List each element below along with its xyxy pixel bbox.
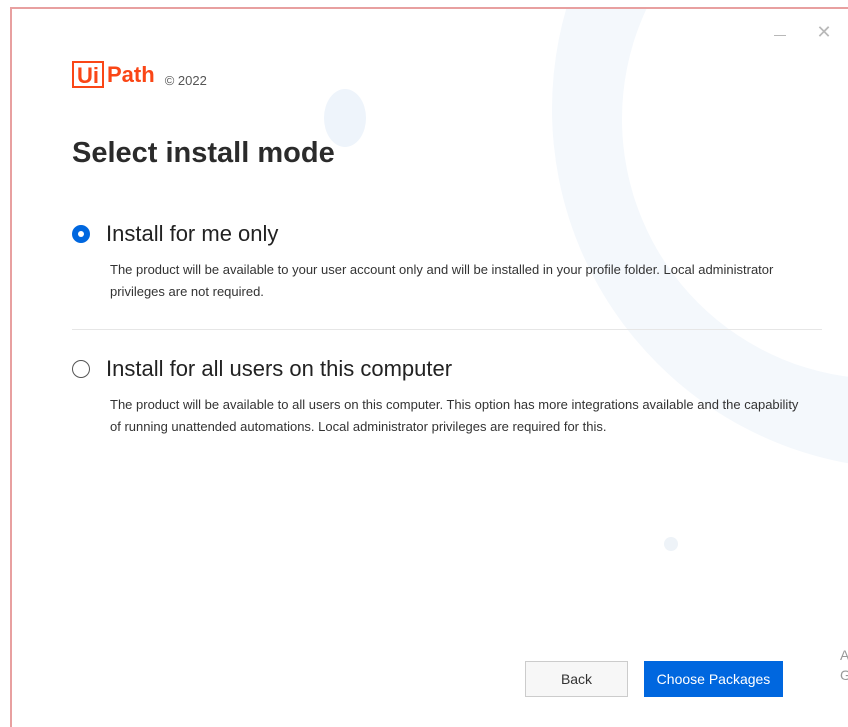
radio-checked-icon[interactable] (72, 225, 90, 243)
logo-text: Path (107, 62, 155, 87)
edge-glyph-b: G (840, 667, 848, 683)
copyright-text: © 2022 (164, 73, 207, 88)
choose-packages-button[interactable]: Choose Packages (644, 661, 783, 697)
offscreen-edge-text: A G (840, 645, 848, 685)
logo-box-text: Ui (72, 61, 104, 88)
option-row[interactable]: Install for all users on this computer (72, 356, 822, 382)
option-description: The product will be available to your us… (110, 262, 774, 299)
option-install-for-me[interactable]: Install for me only The product will be … (72, 221, 822, 303)
options-divider (72, 329, 822, 330)
uipath-logo: Ui Path © 2022 (72, 61, 207, 88)
installer-window: ✕ Ui Path © 2022 Select install mode Ins… (10, 7, 848, 727)
titlebar-controls: ✕ (738, 21, 848, 51)
option-description: The product will be available to all use… (110, 397, 799, 434)
back-button[interactable]: Back (525, 661, 628, 697)
radio-unchecked-icon[interactable] (72, 360, 90, 378)
background-decoration-dot-small (664, 537, 678, 551)
option-row[interactable]: Install for me only (72, 221, 822, 247)
option-label[interactable]: Install for me only (106, 221, 278, 247)
minimize-icon[interactable] (774, 35, 786, 36)
option-install-for-all-users[interactable]: Install for all users on this computer T… (72, 356, 822, 438)
edge-glyph-a: A (840, 647, 848, 663)
option-label[interactable]: Install for all users on this computer (106, 356, 452, 382)
close-icon[interactable]: ✕ (814, 21, 834, 45)
page-title: Select install mode (72, 137, 335, 169)
